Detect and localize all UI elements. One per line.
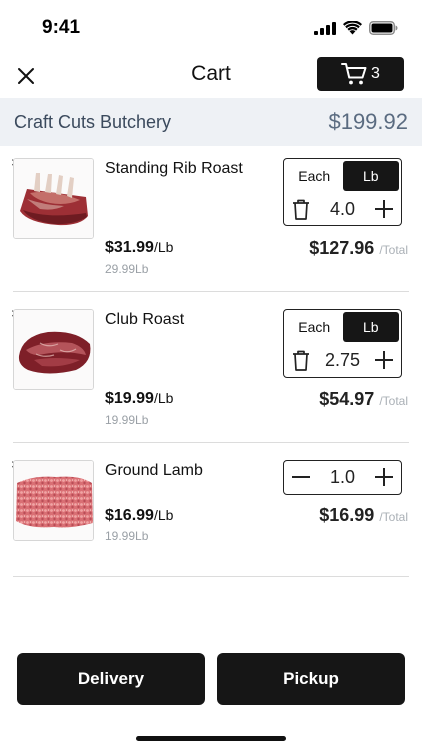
quantity-control: 1.0 xyxy=(283,460,402,495)
rib-roast-image xyxy=(14,159,93,238)
plus-icon xyxy=(374,351,393,369)
cart-count-badge: 3 xyxy=(371,65,380,82)
trash-icon xyxy=(293,350,309,371)
divider xyxy=(13,576,409,577)
minus-icon xyxy=(292,476,310,478)
product-image xyxy=(13,460,94,541)
divider xyxy=(13,291,409,292)
item-base-price: 29.99Lb xyxy=(105,262,149,276)
quantity-value[interactable]: 2.75 xyxy=(325,350,360,371)
home-indicator xyxy=(136,736,286,741)
quantity-stepper: 4.0 xyxy=(290,195,395,223)
cart-item: × Club Roast $19.99/Lb 19.99Lb Each Lb 2… xyxy=(0,297,422,443)
increment-button[interactable] xyxy=(373,349,395,371)
item-name: Club Roast xyxy=(105,311,185,328)
quantity-stepper: 2.75 xyxy=(290,346,395,374)
cart-item: × Ground Lamb $16.99/Lb 19.99Lb xyxy=(0,448,422,578)
item-total-value: $54.97 xyxy=(319,389,375,409)
divider xyxy=(13,442,409,443)
delivery-button[interactable]: Delivery xyxy=(17,653,205,705)
quantity-stepper: 1.0 xyxy=(290,463,395,491)
decrement-button[interactable] xyxy=(290,466,312,488)
item-name: Ground Lamb xyxy=(105,462,203,479)
quantity-control: Each Lb 2.75 xyxy=(283,309,402,378)
increment-button[interactable] xyxy=(373,466,395,488)
item-total-suffix: /Total xyxy=(379,394,408,408)
item-total-value: $127.96 xyxy=(309,238,375,258)
plus-icon xyxy=(375,200,393,218)
pickup-button[interactable]: Pickup xyxy=(217,653,405,705)
unit-option-lb[interactable]: Lb xyxy=(342,312,399,342)
item-base-price: 19.99Lb xyxy=(105,529,149,543)
delete-button[interactable] xyxy=(290,349,312,371)
quantity-control: Each Lb 4.0 xyxy=(283,158,402,226)
item-base-price: 19.99Lb xyxy=(105,413,149,427)
unit-option-lb[interactable]: Lb xyxy=(342,161,399,191)
item-total-suffix: /Total xyxy=(379,510,408,524)
item-total: $16.99/Total xyxy=(319,505,408,526)
item-name: Standing Rib Roast xyxy=(105,160,243,177)
wifi-icon xyxy=(343,21,362,35)
increment-button[interactable] xyxy=(373,198,395,220)
status-bar: 9:41 xyxy=(0,0,422,56)
club-roast-image xyxy=(14,310,93,389)
product-image xyxy=(13,158,94,239)
status-time: 9:41 xyxy=(42,17,81,38)
quantity-value[interactable]: 1.0 xyxy=(330,467,355,488)
item-price-value: $16.99 xyxy=(105,507,154,524)
item-total: $127.96/Total xyxy=(309,238,408,259)
store-subtotal: $199.92 xyxy=(328,109,408,134)
unit-option-each[interactable]: Each xyxy=(286,312,343,342)
cart-item: × Standing Rib Roast $31.99/Lb 29.99Lb E… xyxy=(0,146,422,292)
store-header: Craft Cuts Butchery $199.92 xyxy=(0,98,422,146)
store-name: Craft Cuts Butchery xyxy=(14,112,172,132)
plus-icon xyxy=(375,468,393,486)
unit-option-each[interactable]: Each xyxy=(286,161,343,191)
nav-bar: Cart 3 xyxy=(0,56,422,96)
quantity-value[interactable]: 4.0 xyxy=(330,199,355,220)
item-total-suffix: /Total xyxy=(379,243,408,257)
battery-icon xyxy=(369,21,398,35)
item-price: $19.99/Lb xyxy=(105,390,173,408)
item-price-unit: /Lb xyxy=(153,239,174,255)
unit-toggle: Each Lb xyxy=(286,161,399,191)
item-price: $31.99/Lb xyxy=(105,239,173,257)
cellular-signal-icon xyxy=(314,21,336,35)
item-price-unit: /Lb xyxy=(153,507,174,523)
product-image xyxy=(13,309,94,390)
trash-icon xyxy=(293,199,309,220)
delete-button[interactable] xyxy=(290,198,312,220)
item-total: $54.97/Total xyxy=(319,389,408,410)
ground-lamb-image xyxy=(14,461,93,540)
cart-button[interactable]: 3 xyxy=(317,57,404,91)
shopping-cart-icon xyxy=(341,63,367,85)
item-price-unit: /Lb xyxy=(153,390,174,406)
item-price-value: $31.99 xyxy=(105,239,154,256)
status-icons xyxy=(314,21,398,35)
item-price: $16.99/Lb xyxy=(105,507,173,525)
item-total-value: $16.99 xyxy=(319,505,375,525)
unit-toggle: Each Lb xyxy=(286,312,399,342)
item-price-value: $19.99 xyxy=(105,390,154,407)
